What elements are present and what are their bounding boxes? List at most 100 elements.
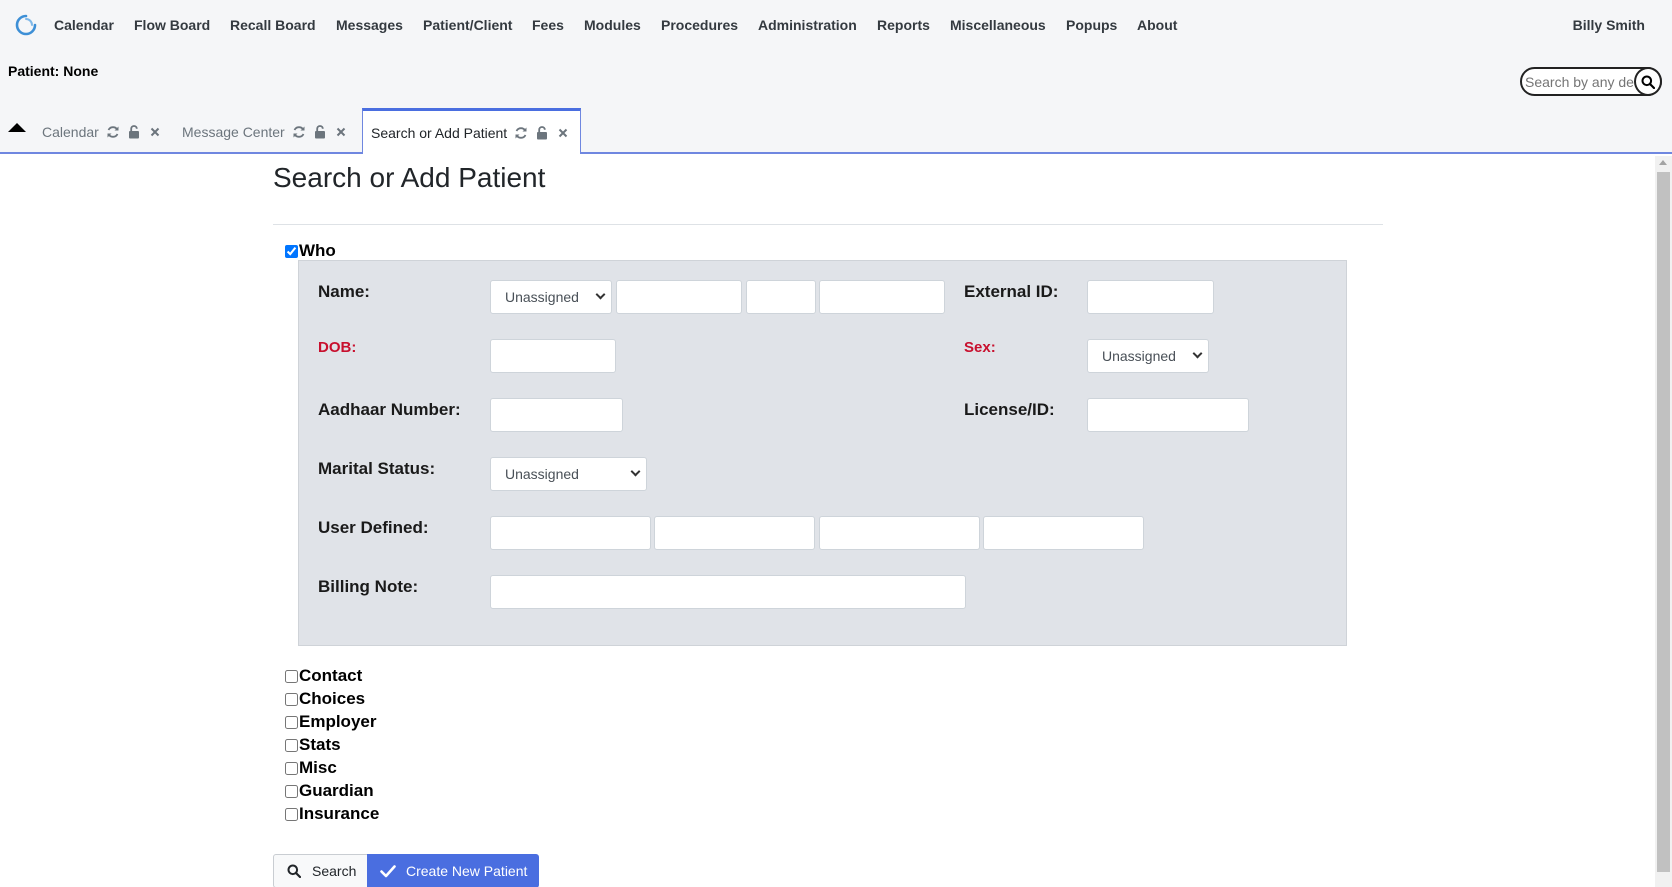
nav-fees[interactable]: Fees <box>532 17 564 33</box>
select-value: Unassigned <box>505 289 579 305</box>
search-icon <box>1641 75 1655 89</box>
stats-checkbox[interactable] <box>285 738 298 752</box>
who-checkbox[interactable] <box>285 244 298 258</box>
name-title-select[interactable]: Unassigned <box>490 280 612 314</box>
close-icon[interactable] <box>147 124 163 140</box>
guardian-checkbox[interactable] <box>285 784 298 798</box>
last-name-input[interactable] <box>819 280 945 314</box>
choices-label[interactable]: Choices <box>299 689 365 709</box>
nav-recall-board[interactable]: Recall Board <box>230 17 316 33</box>
patient-search-button[interactable] <box>1634 67 1662 96</box>
top-navbar: Calendar Flow Board Recall Board Message… <box>0 0 1672 50</box>
section-insurance: Insurance <box>285 804 379 824</box>
scroll-up-arrow-icon[interactable] <box>1659 160 1667 165</box>
tab-message-center[interactable]: Message Center <box>176 110 354 154</box>
first-name-input[interactable] <box>616 280 742 314</box>
guardian-label[interactable]: Guardian <box>299 781 374 801</box>
insurance-checkbox[interactable] <box>285 807 298 821</box>
sex-label: Sex: <box>964 339 996 356</box>
middle-name-input[interactable] <box>746 280 816 314</box>
unlock-icon[interactable] <box>126 124 142 140</box>
stats-label[interactable]: Stats <box>299 735 341 755</box>
current-patient-label: Patient: None <box>8 63 99 79</box>
license-label: License/ID: <box>964 400 1055 419</box>
unlock-icon[interactable] <box>312 124 328 140</box>
unlock-icon[interactable] <box>534 125 550 141</box>
user-defined-label: User Defined: <box>318 518 429 537</box>
nav-about[interactable]: About <box>1137 17 1177 33</box>
nav-flow-board[interactable]: Flow Board <box>134 17 210 33</box>
tab-label: Search or Add Patient <box>371 124 508 141</box>
divider <box>273 224 1383 225</box>
misc-checkbox[interactable] <box>285 761 298 775</box>
nav-popups[interactable]: Popups <box>1066 17 1117 33</box>
user-menu[interactable]: Billy Smith <box>1573 17 1645 33</box>
close-icon[interactable] <box>333 124 349 140</box>
patient-search-input[interactable] <box>1525 72 1635 91</box>
user-defined-input-3[interactable] <box>819 516 980 550</box>
nav-messages[interactable]: Messages <box>336 17 403 33</box>
chevron-down-icon <box>595 289 606 300</box>
refresh-icon[interactable] <box>105 124 121 140</box>
nav-patient-client[interactable]: Patient/Client <box>423 17 512 33</box>
external-id-input[interactable] <box>1087 280 1214 314</box>
nav-administration[interactable]: Administration <box>758 17 857 33</box>
tab-label: Message Center <box>182 124 285 140</box>
nav-reports[interactable]: Reports <box>877 17 930 33</box>
marital-status-label: Marital Status: <box>318 459 436 478</box>
dob-input[interactable] <box>490 339 616 373</box>
choices-checkbox[interactable] <box>285 692 298 706</box>
contact-label[interactable]: Contact <box>299 666 362 686</box>
billing-note-input[interactable] <box>490 575 966 609</box>
check-icon <box>380 863 396 879</box>
refresh-icon[interactable] <box>513 125 529 141</box>
close-icon[interactable] <box>555 125 571 141</box>
section-contact: Contact <box>285 666 362 686</box>
name-label: Name: <box>318 282 370 301</box>
nav-calendar[interactable]: Calendar <box>54 17 114 33</box>
scrollbar-thumb[interactable] <box>1657 172 1670 872</box>
tab-search-add-patient[interactable]: Search or Add Patient <box>362 108 582 154</box>
nav-procedures[interactable]: Procedures <box>661 17 738 33</box>
tab-label: Calendar <box>42 124 99 140</box>
vertical-scrollbar[interactable] <box>1655 156 1672 887</box>
aadhaar-input[interactable] <box>490 398 623 432</box>
billing-note-label: Billing Note: <box>318 577 419 596</box>
tab-bar: Calendar Message Center Search or Add Pa… <box>0 108 1672 154</box>
select-value: Unassigned <box>1102 348 1176 364</box>
search-icon <box>286 863 302 879</box>
user-defined-input-2[interactable] <box>654 516 815 550</box>
chevron-down-icon <box>1192 348 1203 359</box>
create-button-label: Create New Patient <box>406 863 528 879</box>
employer-label[interactable]: Employer <box>299 712 376 732</box>
contact-checkbox[interactable] <box>285 669 298 683</box>
who-panel: Name: Unassigned External ID: DOB: Sex: … <box>298 260 1347 646</box>
section-employer: Employer <box>285 712 376 732</box>
search-button[interactable]: Search <box>273 854 368 887</box>
section-choices: Choices <box>285 689 365 709</box>
marital-status-select[interactable]: Unassigned <box>490 457 647 491</box>
collapse-arrow-icon[interactable] <box>8 123 26 132</box>
dob-label: DOB: <box>318 339 357 356</box>
user-defined-input-1[interactable] <box>490 516 651 550</box>
tab-calendar[interactable]: Calendar <box>36 110 168 154</box>
nav-modules[interactable]: Modules <box>584 17 641 33</box>
chevron-down-icon <box>630 466 641 477</box>
refresh-icon[interactable] <box>291 124 307 140</box>
user-defined-input-4[interactable] <box>983 516 1144 550</box>
section-guardian: Guardian <box>285 781 374 801</box>
select-value: Unassigned <box>505 466 579 482</box>
sex-select[interactable]: Unassigned <box>1087 339 1209 373</box>
license-input[interactable] <box>1087 398 1249 432</box>
who-label[interactable]: Who <box>299 241 336 261</box>
nav-miscellaneous[interactable]: Miscellaneous <box>950 17 1046 33</box>
section-who: Who <box>285 241 336 261</box>
insurance-label[interactable]: Insurance <box>299 804 379 824</box>
external-id-label: External ID: <box>964 282 1059 301</box>
search-button-label: Search <box>312 863 357 879</box>
employer-checkbox[interactable] <box>285 715 298 729</box>
misc-label[interactable]: Misc <box>299 758 337 778</box>
app-logo-icon[interactable] <box>15 14 37 36</box>
create-new-patient-button[interactable]: Create New Patient <box>367 854 539 887</box>
main-content: Search or Add Patient Who Name: Unassign… <box>0 156 1655 887</box>
